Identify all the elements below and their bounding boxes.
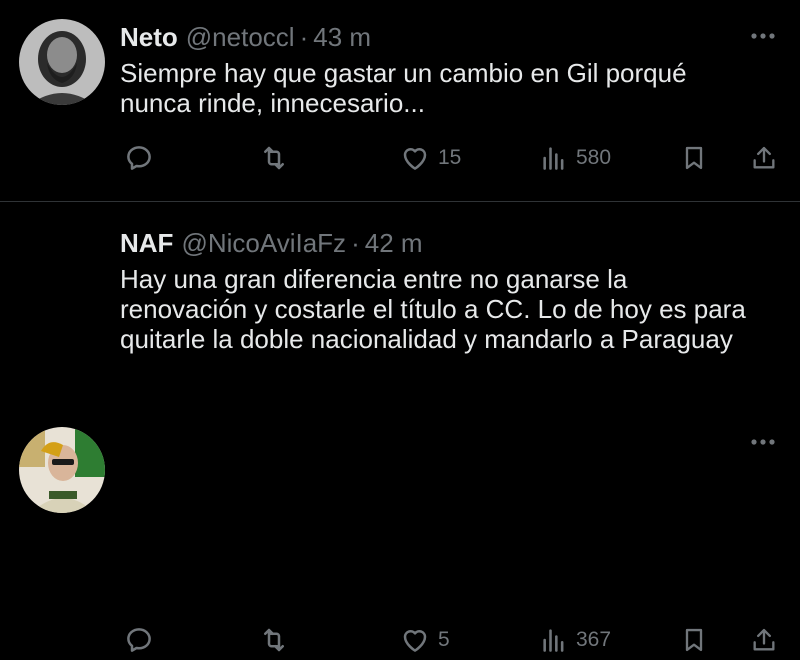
tweet-actions: 5 367 (120, 620, 780, 660)
timeline-feed: Neto @netoccl · 43 m Siempre hay que gas… (0, 0, 800, 652)
tweet-actions: 15 580 (120, 138, 780, 178)
retweet-arrows-icon (264, 146, 284, 170)
separator-dot: · (351, 228, 360, 258)
more-options-button[interactable] (748, 26, 778, 46)
author-handle[interactable]: @NicoAviIaFz (181, 226, 346, 260)
bar-chart-icon (543, 147, 564, 170)
more-options-button[interactable] (748, 432, 778, 452)
tweet[interactable]: Neto @netoccl · 43 m Siempre hay que gas… (0, 0, 800, 202)
tweet-text: Hay una gran diferencia entre no ganarse… (120, 264, 746, 354)
like-count: 5 (438, 628, 450, 651)
bookmark-icon (685, 628, 703, 652)
reply-button[interactable] (124, 138, 154, 178)
heart-icon (403, 148, 427, 170)
three-dots-icon (751, 33, 775, 39)
bookmark-button[interactable] (680, 138, 708, 178)
tweet-text: Siempre hay que gastar un cambio en Gil … (120, 58, 687, 118)
author-name[interactable]: NAF (120, 226, 173, 260)
timestamp[interactable]: 42 m (365, 226, 423, 260)
retweet-arrows-icon (264, 628, 284, 652)
like-count: 15 (438, 146, 462, 169)
views-button[interactable]: 580 (540, 138, 611, 178)
view-count: 580 (576, 146, 612, 169)
tweet-header: NAF @NicoAviIaFz · 42 m (120, 226, 770, 260)
timestamp[interactable]: 43 m (313, 20, 371, 54)
views-button[interactable]: 367 (540, 620, 611, 660)
speech-bubble-icon (127, 146, 151, 170)
like-button[interactable]: 15 (400, 138, 461, 178)
view-count: 367 (576, 628, 612, 651)
share-button[interactable] (750, 138, 778, 178)
avatar[interactable] (19, 427, 105, 513)
bookmark-icon (685, 146, 703, 170)
three-dots-icon (751, 439, 775, 445)
author-name[interactable]: Neto (120, 20, 178, 54)
share-upload-icon (753, 146, 775, 169)
author-handle[interactable]: @netoccl (186, 20, 295, 54)
tweet[interactable]: NAF @NicoAviIaFz · 42 m Hay una gran dif… (0, 202, 800, 652)
retweet-button[interactable] (258, 620, 290, 660)
share-upload-icon (753, 628, 775, 651)
avatar[interactable] (19, 19, 105, 105)
tweet-header: Neto @netoccl · 43 m (120, 20, 770, 54)
share-button[interactable] (750, 620, 778, 660)
separator-dot: · (299, 22, 309, 52)
reply-button[interactable] (124, 620, 154, 660)
like-button[interactable]: 5 (400, 620, 450, 660)
bookmark-button[interactable] (680, 620, 708, 660)
heart-icon (403, 630, 427, 652)
bar-chart-icon (543, 629, 564, 652)
retweet-button[interactable] (258, 138, 290, 178)
speech-bubble-icon (127, 628, 151, 652)
